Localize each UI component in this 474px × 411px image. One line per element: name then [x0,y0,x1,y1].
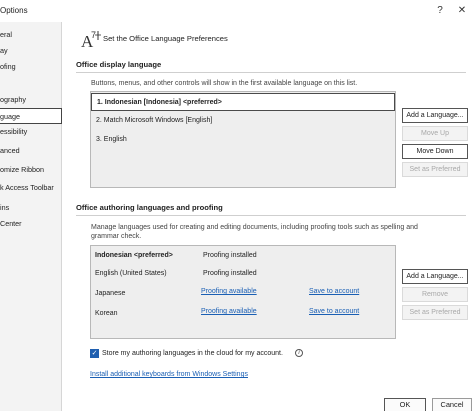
close-button[interactable]: ✕ [452,3,472,19]
display-language-item[interactable]: 3. English [91,131,395,149]
page-title: Set the Office Language Preferences [103,34,228,43]
store-languages-checkbox[interactable]: ✓ [90,349,99,358]
display-section-divider [76,72,466,73]
authoring-description-line1: Manage languages used for creating and e… [91,224,418,231]
proofing-status: Proofing installed [203,252,257,259]
title-bar: Options ? ✕ [0,0,474,22]
authoring-set-preferred-button[interactable]: Set as Preferred [402,305,468,320]
sidebar-item-display[interactable]: ay [0,43,62,59]
sidebar-item-general[interactable]: eral [0,27,62,43]
info-icon[interactable]: i [295,349,303,357]
display-set-preferred-button[interactable]: Set as Preferred [402,162,468,177]
authoring-section-divider [76,215,466,216]
display-language-item[interactable]: 1. Indonesian [Indonesia] <preferred> [91,93,395,111]
display-language-item[interactable]: 2. Match Microsoft Windows [English] [91,112,395,130]
authoring-section-title: Office authoring languages and proofing [76,203,223,212]
proofing-available-link[interactable]: Proofing available [201,286,257,298]
move-down-button[interactable]: Move Down [402,144,468,159]
install-keyboards-link[interactable]: Install additional keyboards from Window… [90,371,248,378]
window-title: Options [0,6,28,15]
authoring-language-name[interactable]: Indonesian <preferred> [95,250,173,262]
sidebar-item-language[interactable]: guage [0,108,62,124]
authoring-add-language-button[interactable]: Add a Language... [402,269,468,284]
help-button[interactable]: ? [430,3,450,19]
authoring-language-list: Indonesian <preferred> Proofing installe… [90,245,396,339]
sidebar-item-trust-center[interactable]: Center [0,216,62,232]
authoring-language-name[interactable]: Korean [95,308,118,320]
move-up-button[interactable]: Move Up [402,126,468,141]
sidebar-item-proofing[interactable]: ofing [0,59,62,75]
sidebar-item-advanced[interactable]: anced [0,143,62,159]
authoring-language-name[interactable]: English (United States) [95,268,167,280]
sidebar-item-addins[interactable]: ins [0,200,62,216]
ok-button[interactable]: OK [384,398,426,411]
proofing-status: Proofing installed [203,270,257,277]
sidebar-item-customize-ribbon[interactable]: omize Ribbon [0,162,62,178]
cancel-button[interactable]: Cancel [432,398,472,411]
display-language-list: 1. Indonesian [Indonesia] <preferred> 2.… [90,91,396,188]
sidebar-item-accessibility[interactable]: essibility [0,124,62,140]
save-to-account-link[interactable]: Save to account [309,286,359,298]
save-to-account-link[interactable]: Save to account [309,306,359,318]
display-section-title: Office display language [76,60,162,69]
authoring-language-name[interactable]: Japanese [95,288,125,300]
remove-button[interactable]: Remove [402,287,468,302]
display-description: Buttons, menus, and other controls will … [91,80,358,87]
authoring-description-line2: grammar check. [91,233,142,240]
store-languages-label: Store my authoring languages in the clou… [102,350,283,357]
sidebar-item-quick-access-toolbar[interactable]: k Access Toolbar [0,180,62,196]
sidebar: eral ay ofing ography guage essibility a… [0,22,62,411]
proofing-available-link[interactable]: Proofing available [201,306,257,318]
language-icon: A 7 [80,28,102,51]
sidebar-item-typography[interactable]: ography [0,92,62,108]
display-add-language-button[interactable]: Add a Language... [402,108,468,123]
